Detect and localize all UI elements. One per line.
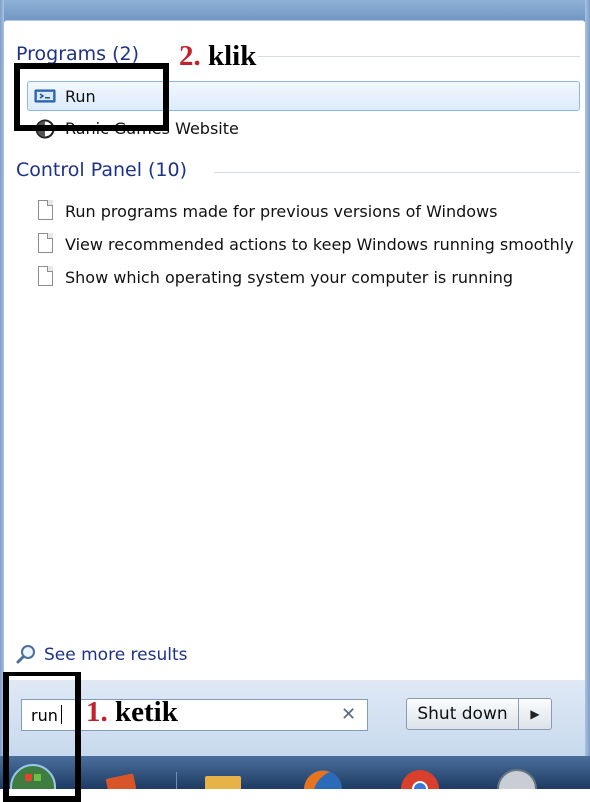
clear-icon[interactable]: ✕ (341, 704, 356, 725)
media-player-icon[interactable] (103, 770, 143, 795)
annotation-type: 1. ketik (86, 696, 178, 728)
firefox-icon[interactable] (300, 767, 346, 802)
chrome-icon[interactable] (397, 768, 443, 802)
chevron-right-icon[interactable]: ▶ (518, 698, 552, 730)
see-more-results-link[interactable]: See more results (44, 645, 188, 665)
control-panel-item[interactable]: Run programs made for previous versions … (65, 202, 498, 221)
annotation-click: 2. klik (179, 40, 257, 72)
annotation-box-search (3, 672, 81, 802)
programs-divider (258, 56, 580, 57)
control-panel-header: Control Panel (10) (16, 159, 188, 181)
window-frame-right (585, 0, 590, 789)
annotation-box-run (14, 63, 169, 131)
document-icon (38, 233, 53, 253)
window-frame-top (0, 0, 590, 22)
shut-down-button[interactable]: Shut down (406, 698, 519, 730)
document-icon (38, 200, 53, 220)
app-icon[interactable] (494, 768, 540, 802)
document-icon (38, 266, 53, 286)
control-panel-item[interactable]: Show which operating system your compute… (65, 268, 513, 287)
control-panel-divider (214, 172, 580, 173)
control-panel-item[interactable]: View recommended actions to keep Windows… (65, 235, 585, 254)
programs-header: Programs (2) (16, 43, 140, 65)
folder-icon[interactable] (203, 772, 243, 793)
magnifier-icon (15, 643, 37, 669)
taskbar-separator (176, 772, 177, 789)
